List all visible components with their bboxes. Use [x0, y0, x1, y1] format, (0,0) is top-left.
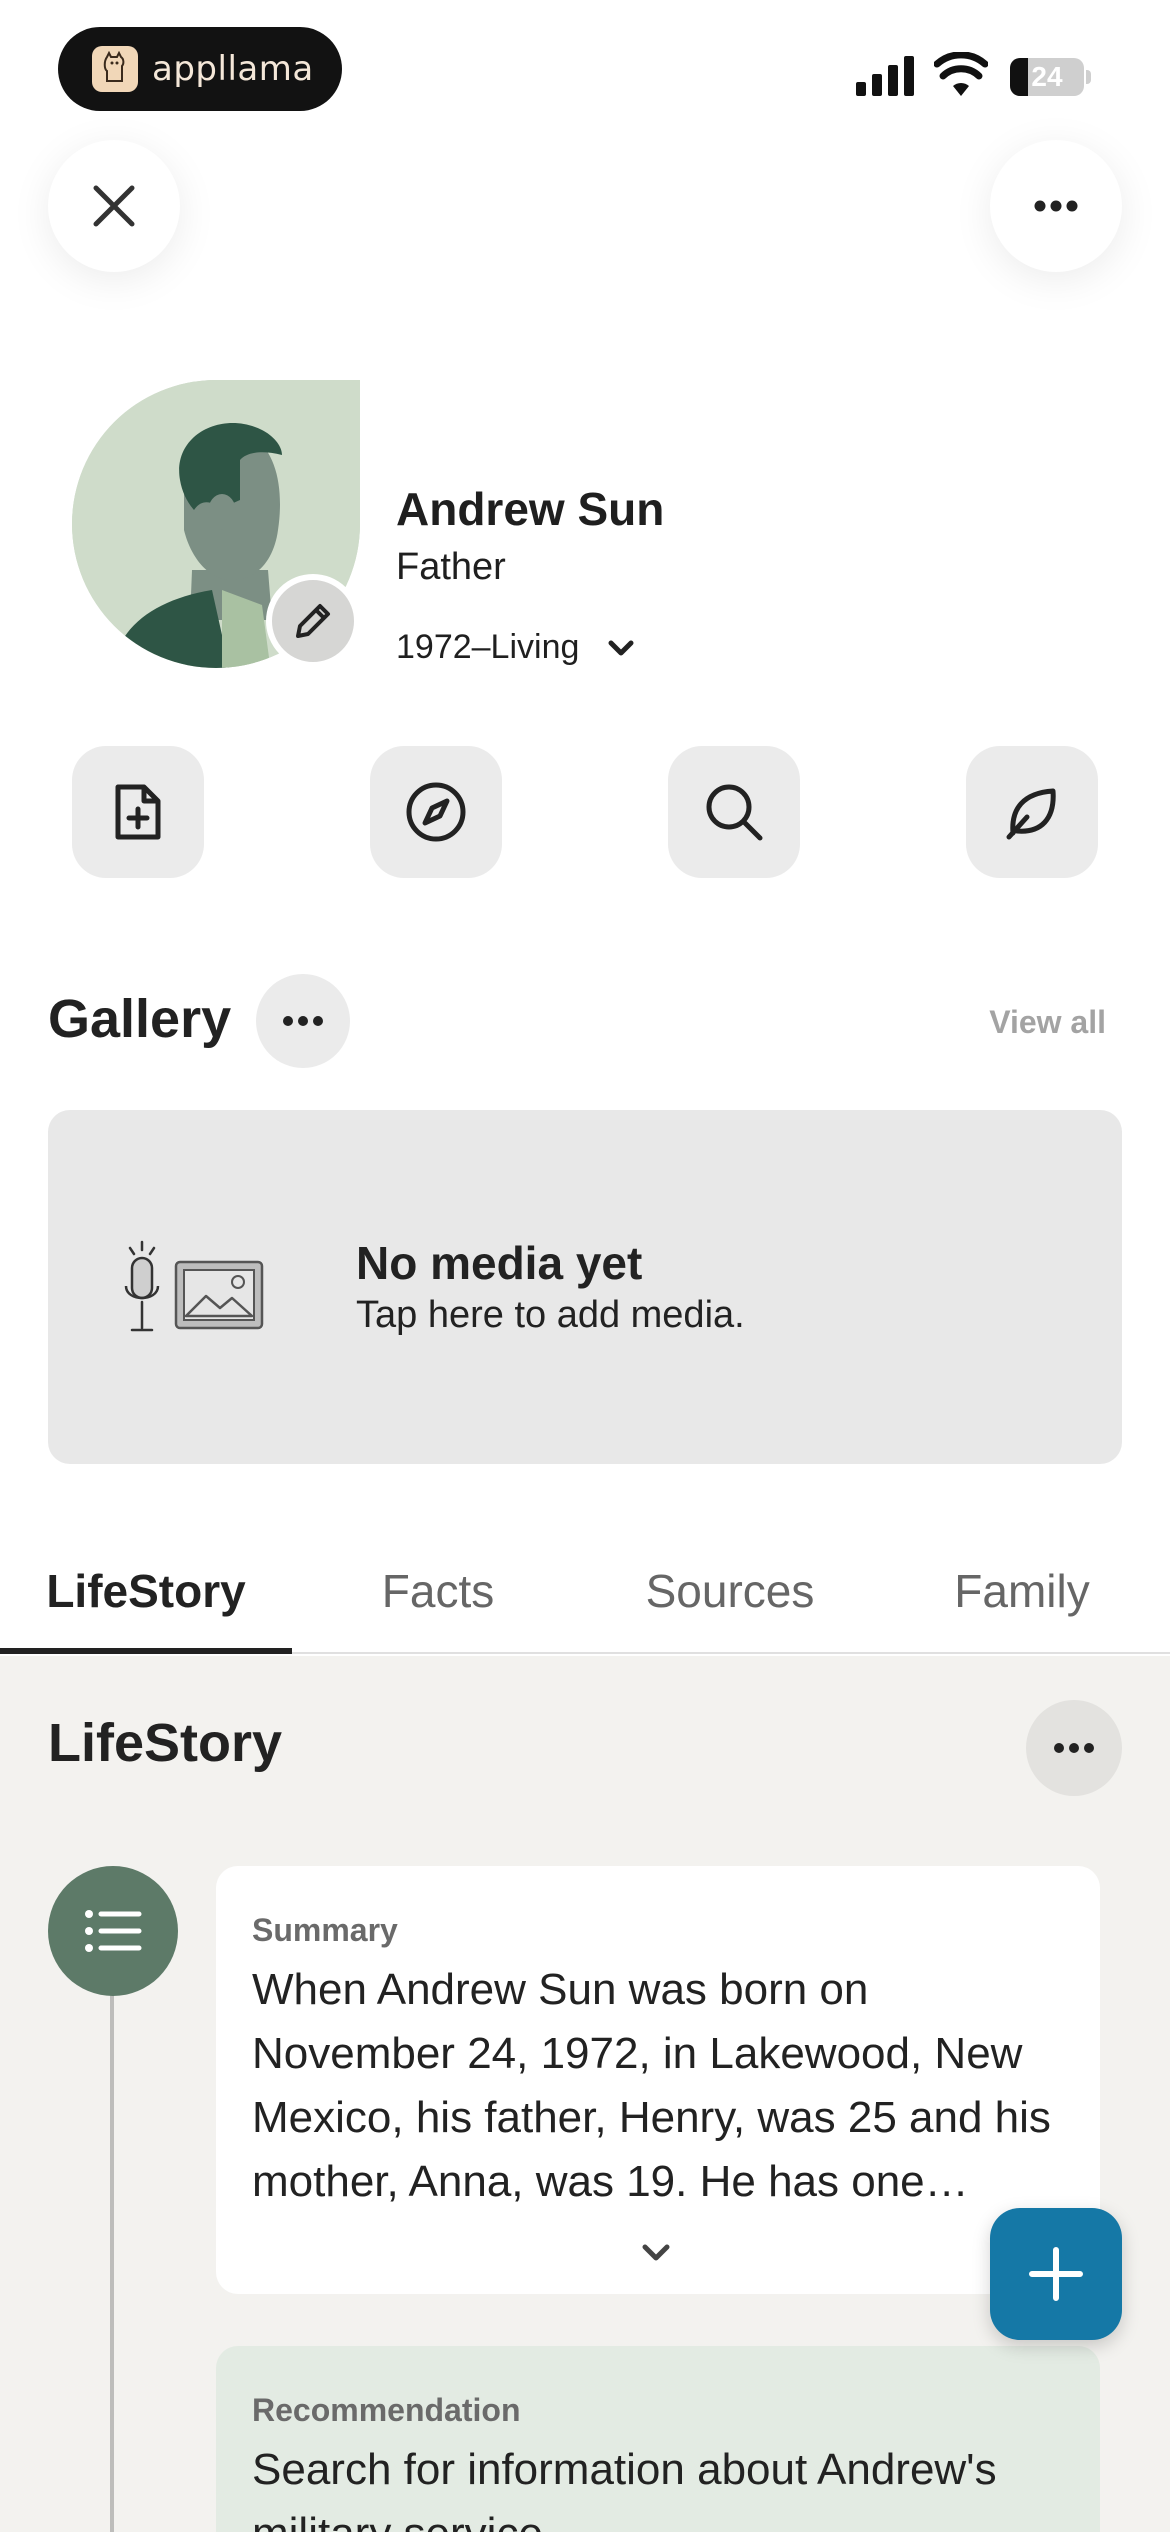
chevron-down-icon — [642, 2244, 670, 2261]
empty-media-title: No media yet — [356, 1237, 643, 1289]
media-placeholder-icon — [124, 1240, 264, 1332]
add-media-card[interactable]: No media yet Tap here to add media. — [48, 1110, 1122, 1464]
edit-photo-button[interactable] — [266, 574, 360, 668]
profile-photo[interactable] — [72, 380, 360, 668]
summary-label: Summary — [252, 1912, 398, 1948]
compass-icon — [406, 782, 466, 842]
life-dates-dropdown[interactable]: 1972–Living — [396, 628, 635, 667]
more-horizontal-icon — [1034, 200, 1078, 212]
view-all-link[interactable]: View all — [989, 1004, 1106, 1041]
status-bar: appllama 24 — [0, 0, 1170, 130]
life-dates: 1972–Living — [396, 628, 580, 666]
image-icon — [174, 1260, 264, 1330]
brand-pill: appllama — [58, 27, 342, 111]
expand-summary-button[interactable] — [634, 2238, 678, 2268]
gallery-title: Gallery — [48, 989, 232, 1049]
recommendation-label: Recommendation — [252, 2392, 521, 2428]
tab-family[interactable]: Family — [876, 1564, 1168, 1618]
add-document-icon — [115, 784, 161, 840]
close-icon — [93, 185, 135, 227]
summary-card[interactable]: Summary When Andrew Sun was born on Nove… — [216, 1866, 1100, 2294]
lifestory-title: LifeStory — [48, 1713, 283, 1773]
search-icon — [706, 784, 763, 841]
more-horizontal-icon — [1054, 1743, 1094, 1753]
active-tab-indicator — [0, 1648, 292, 1654]
explore-button[interactable] — [370, 746, 502, 878]
person-relationship: Father — [396, 546, 506, 588]
more-horizontal-icon — [283, 1016, 323, 1026]
plus-icon — [1029, 2247, 1083, 2301]
chevron-down-icon — [608, 640, 634, 655]
add-button[interactable] — [990, 2208, 1122, 2340]
pencil-icon — [296, 604, 330, 638]
tab-facts[interactable]: Facts — [292, 1564, 584, 1618]
cellular-signal-icon — [856, 56, 914, 96]
recommendation-text: Search for information about Andrew's mi… — [252, 2445, 997, 2532]
brand-name: appllama — [152, 49, 314, 89]
search-button[interactable] — [668, 746, 800, 878]
llama-logo-icon — [92, 46, 138, 92]
battery-level: 24 — [1031, 61, 1063, 92]
add-document-button[interactable] — [72, 746, 204, 878]
timeline-summary-marker — [48, 1866, 178, 1996]
tab-lifestory[interactable]: LifeStory — [0, 1564, 292, 1618]
person-name: Andrew Sun — [396, 483, 665, 535]
gallery-more-button[interactable] — [256, 974, 350, 1068]
list-icon — [85, 1910, 142, 1952]
lifestory-section: LifeStory Summary When Andrew Sun was bo… — [0, 1656, 1170, 2532]
lifestory-more-button[interactable] — [1026, 1700, 1122, 1796]
leaf-icon — [1006, 788, 1056, 840]
battery-icon: 24 — [1010, 58, 1091, 96]
hints-button[interactable] — [966, 746, 1098, 878]
more-options-button[interactable] — [990, 140, 1122, 272]
empty-media-subtitle: Tap here to add media. — [356, 1294, 745, 1336]
microphone-icon — [124, 1240, 160, 1332]
wifi-icon — [934, 52, 988, 96]
tab-sources[interactable]: Sources — [584, 1564, 876, 1618]
summary-text: When Andrew Sun was born on November 24,… — [252, 1965, 1051, 2206]
recommendation-card[interactable]: Recommendation Search for information ab… — [216, 2346, 1100, 2532]
profile-tabs: LifeStory Facts Sources Family — [0, 1540, 1170, 1654]
close-button[interactable] — [48, 140, 180, 272]
timeline-line — [110, 1926, 114, 2532]
